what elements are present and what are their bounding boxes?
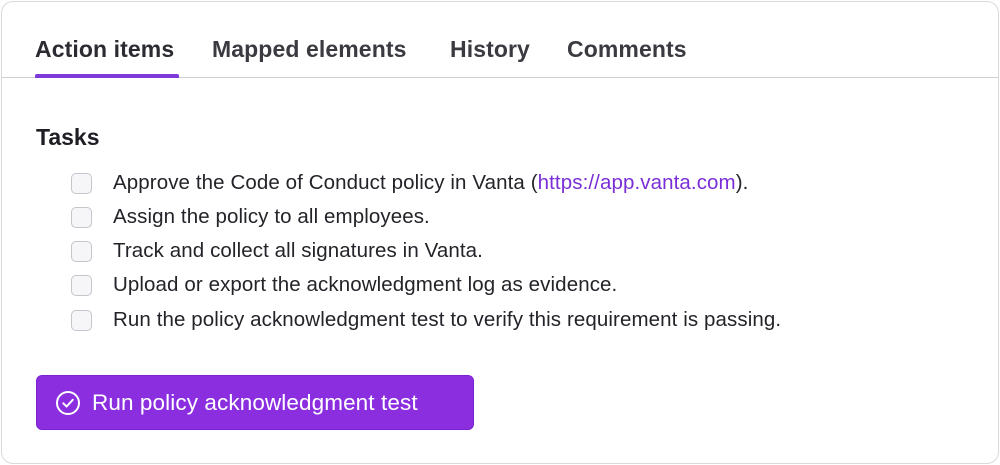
task-item-run-test: Run the policy acknowledgment test to ve… [71, 307, 781, 333]
task-label: Assign the policy to all employees. [113, 205, 430, 228]
task-item-approve-policy: Approve the Code of Conduct policy in Va… [71, 170, 748, 196]
task-item-assign-policy: Assign the policy to all employees. [71, 204, 430, 230]
task-item-upload-log: Upload or export the acknowledgment log … [71, 272, 617, 298]
tab-bar: Action items Mapped elements History Com… [2, 2, 998, 78]
task-text-before: Approve the Code of Conduct policy in Va… [113, 171, 538, 194]
task-label: Upload or export the acknowledgment log … [113, 273, 618, 296]
task-checkbox[interactable] [71, 206, 92, 228]
tab-action-items[interactable]: Action items [35, 36, 174, 63]
task-checkbox[interactable] [71, 274, 92, 296]
tab-mapped-elements[interactable]: Mapped elements [212, 36, 407, 63]
check-circle-icon [55, 390, 81, 416]
task-label: Approve the Code of Conduct policy in Va… [113, 171, 748, 195]
vanta-app-link[interactable]: https://app.vanta.com [538, 171, 736, 194]
task-checkbox[interactable] [71, 240, 92, 262]
tab-comments[interactable]: Comments [567, 36, 687, 63]
run-policy-test-button[interactable]: Run policy acknowledgment test [36, 375, 474, 430]
task-label: Track and collect all signatures in Vant… [113, 239, 483, 262]
task-item-track-signatures: Track and collect all signatures in Vant… [71, 238, 483, 264]
task-checkbox[interactable] [71, 309, 92, 331]
action-items-card: Action items Mapped elements History Com… [1, 1, 999, 464]
tasks-heading: Tasks [36, 124, 100, 150]
run-policy-test-label: Run policy acknowledgment test [92, 389, 418, 415]
tab-history[interactable]: History [450, 36, 530, 63]
task-label: Run the policy acknowledgment test to ve… [113, 308, 782, 331]
task-text-after: ). [735, 171, 749, 194]
task-checkbox[interactable] [71, 172, 92, 194]
active-tab-indicator [35, 74, 179, 78]
